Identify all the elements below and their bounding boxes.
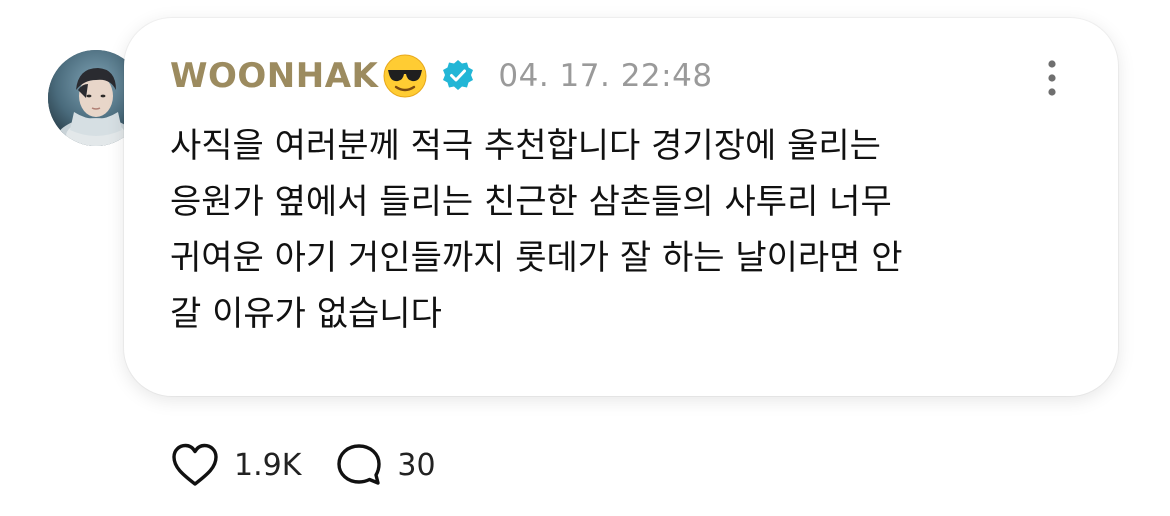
post-card: WOONHAK 04. 17. 22:48 사직을 여러분께 적극 추천합니다 … <box>124 18 1118 396</box>
comment-bubble-icon <box>337 444 382 485</box>
smiling-face-with-sunglasses-icon <box>382 53 428 99</box>
comment-button[interactable]: 30 <box>335 442 436 488</box>
post-body-line: 사직을 여러분께 적극 추천합니다 경기장에 울리는 <box>170 126 881 166</box>
post-body-line: 응원가 옆에서 들리는 친근한 삼촌들의 사투리 너무 <box>170 182 892 222</box>
like-button[interactable]: 1.9K <box>170 442 301 488</box>
heart-outline-icon <box>172 443 218 486</box>
post-screen: WOONHAK 04. 17. 22:48 사직을 여러분께 적극 추천합니다 … <box>0 0 1170 516</box>
post-actions: 1.9K 30 <box>170 440 436 490</box>
post-body-line: 귀여운 아기 거인들까지 롯데가 잘 하는 날이라면 안 <box>170 238 903 278</box>
post-body: 사직을 여러분께 적극 추천합니다 경기장에 울리는 응원가 옆에서 들리는 친… <box>170 118 1070 342</box>
post-header: WOONHAK 04. 17. 22:48 <box>170 54 713 98</box>
like-count: 1.9K <box>234 447 302 483</box>
verified-badge-icon <box>440 58 476 94</box>
post-timestamp: 04. 17. 22:48 <box>498 58 713 94</box>
more-vertical-icon[interactable] <box>1042 56 1062 100</box>
author-name[interactable]: WOONHAK <box>170 56 378 96</box>
comment-count: 30 <box>397 447 436 483</box>
post-body-line: 갈 이유가 없습니다 <box>170 294 442 334</box>
